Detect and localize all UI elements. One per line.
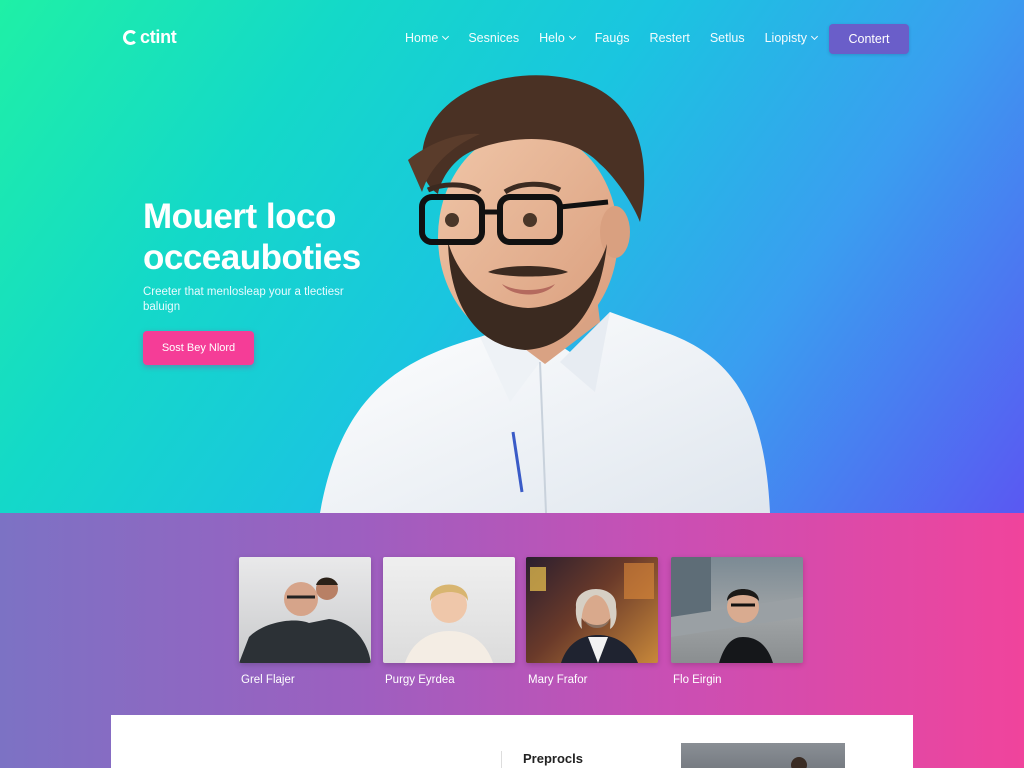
nav-item-services[interactable]: Sesnices — [468, 31, 519, 45]
nav-menu: Home Sesnices Helo Fauġs Restert Setlus … — [405, 31, 837, 45]
nav-item-liopisty[interactable]: Liopisty — [764, 31, 819, 45]
nav-item-label: Setlus — [709, 31, 745, 45]
nav-item-label: Fauġs — [594, 31, 630, 45]
nav-item-label: Home — [405, 31, 439, 45]
team-card[interactable]: Mary Frafor — [526, 557, 658, 686]
team-member-photo — [671, 557, 803, 663]
nav-item-restert[interactable]: Restert — [650, 31, 690, 45]
chevron-down-icon — [810, 32, 819, 41]
nav-item-label: Sesnices — [468, 31, 520, 45]
team-member-photo — [526, 557, 658, 663]
team-card[interactable]: Purgy Eyrdea — [383, 557, 515, 686]
logo-text: ctint — [140, 27, 177, 47]
panel-divider — [501, 751, 502, 768]
hero-section: ctint Home Sesnices Helo Fauġs Restert S… — [0, 0, 1024, 513]
team-member-name: Purgy Eyrdea — [385, 674, 455, 686]
start-button[interactable]: Sost Bey Nlord — [143, 331, 254, 365]
team-member-photo — [383, 557, 515, 663]
top-navigation: ctint Home Sesnices Helo Fauġs Restert S… — [0, 0, 1024, 78]
panel-image — [681, 743, 845, 768]
nav-item-setlus[interactable]: Setlus — [710, 31, 745, 45]
panel-title: Preprocls — [523, 751, 583, 766]
logo-c-icon — [123, 30, 138, 45]
chevron-down-icon — [442, 32, 450, 41]
team-member-name: Mary Frafor — [528, 674, 588, 686]
nav-item-home[interactable]: Home — [405, 31, 450, 45]
team-member-photo — [239, 557, 371, 663]
contact-button[interactable]: Contert — [829, 24, 909, 54]
team-section: Grel Flajer Purgy Eyrdea Mary Frafor Flo… — [0, 513, 1024, 768]
nav-item-faqs[interactable]: Fauġs — [595, 31, 630, 45]
nav-item-label: Restert — [649, 31, 690, 45]
team-member-name: Flo Eirgin — [673, 674, 722, 686]
content-panel: Preprocls — [111, 715, 913, 768]
chevron-down-icon — [568, 32, 576, 41]
hero-portrait-image — [320, 75, 770, 513]
nav-item-label: Liopisty — [764, 31, 807, 45]
brand-logo[interactable]: ctint — [123, 27, 177, 48]
nav-item-help[interactable]: Helo — [539, 31, 576, 45]
nav-item-label: Helo — [539, 31, 565, 45]
team-card[interactable]: Grel Flajer — [239, 557, 371, 686]
team-member-name: Grel Flajer — [241, 674, 295, 686]
team-card[interactable]: Flo Eirgin — [671, 557, 803, 686]
